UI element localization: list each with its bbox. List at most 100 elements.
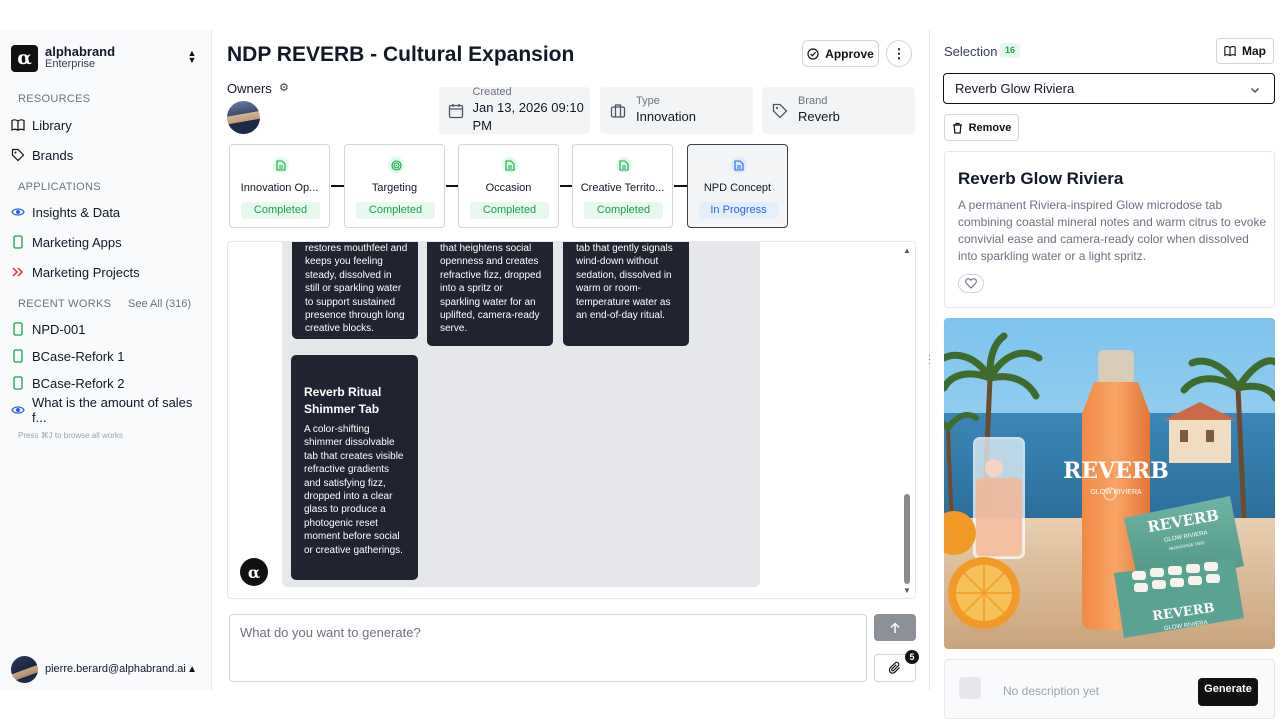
meta-type-label: Type bbox=[636, 95, 660, 107]
chevron-up-icon: ▲ bbox=[187, 663, 197, 675]
eye-icon bbox=[11, 403, 25, 417]
favorite-button[interactable] bbox=[958, 274, 984, 293]
step-name: Occasion bbox=[485, 182, 532, 194]
document-icon bbox=[731, 157, 747, 173]
briefcase-icon bbox=[608, 103, 628, 119]
step-occasion[interactable]: Occasion Completed bbox=[458, 144, 559, 228]
generate-description-card: No description yet Generate bbox=[944, 659, 1275, 719]
concept-detail-card: Reverb Glow Riviera A permanent Riviera-… bbox=[944, 151, 1275, 308]
sidebar-item-marketing-projects[interactable]: Marketing Projects bbox=[11, 260, 201, 284]
recent-item[interactable]: NPD-001 bbox=[11, 317, 201, 341]
heart-icon bbox=[965, 278, 977, 289]
sidebar-item-label: Library bbox=[32, 117, 72, 133]
step-connector bbox=[331, 185, 344, 187]
section-resources: RESOURCES bbox=[18, 93, 91, 105]
step-connector bbox=[674, 185, 687, 187]
map-button[interactable]: Map bbox=[1216, 38, 1274, 64]
concept-card[interactable]: restores mouthfeel and keeps you feeling… bbox=[292, 242, 418, 339]
meta-brand: Brand Reverb bbox=[762, 87, 915, 134]
target-icon bbox=[388, 157, 404, 173]
prompt-input[interactable] bbox=[230, 615, 866, 681]
concept-card-title: Reverb Ritual Shimmer Tab bbox=[304, 385, 382, 416]
bottle-brand-text: REVERB bbox=[1063, 458, 1169, 484]
workspace-plan: Enterprise bbox=[45, 58, 96, 70]
concept-detail-description: A permanent Riviera-inspired Glow microd… bbox=[958, 198, 1267, 263]
step-creative-territory[interactable]: Creative Territo... Completed bbox=[572, 144, 673, 228]
approve-button[interactable]: Approve bbox=[802, 40, 879, 67]
concept-card[interactable]: tab that gently signals wind-down withou… bbox=[563, 242, 689, 346]
document-icon bbox=[959, 677, 981, 699]
sidebar-item-library[interactable]: Library bbox=[11, 113, 201, 137]
recent-item-label: NPD-001 bbox=[32, 321, 86, 337]
paperclip-icon bbox=[888, 661, 900, 674]
user-menu[interactable]: pierre.berard@alphabrand.ai ▲ bbox=[11, 655, 201, 683]
map-label: Map bbox=[1242, 44, 1266, 58]
sidebar-item-label: Marketing Apps bbox=[32, 234, 122, 250]
trash-icon bbox=[952, 122, 963, 134]
recent-item-label: BCase-Refork 1 bbox=[32, 348, 125, 364]
check-circle-icon bbox=[807, 47, 819, 60]
avatar bbox=[11, 655, 38, 683]
step-name: Creative Territo... bbox=[580, 182, 665, 194]
step-status-badge: Completed bbox=[584, 202, 663, 219]
book-icon bbox=[11, 118, 25, 132]
document-icon bbox=[502, 157, 518, 173]
step-npd-concept[interactable]: NPD Concept In Progress bbox=[687, 144, 788, 228]
concept-card-description: tab that gently signals wind-down withou… bbox=[576, 243, 673, 322]
selection-label: Selection bbox=[944, 44, 998, 59]
phone-icon bbox=[11, 235, 25, 249]
step-targeting[interactable]: Targeting Completed bbox=[344, 144, 445, 228]
gear-icon[interactable]: ⚙ bbox=[279, 81, 289, 94]
remove-button[interactable]: Remove bbox=[944, 114, 1019, 141]
concept-card-description: that heightens social openness and creat… bbox=[440, 243, 542, 335]
meta-type: Type Innovation bbox=[600, 87, 753, 134]
resize-handle-icon[interactable]: :: bbox=[926, 353, 933, 369]
sidebar-item-marketing-apps[interactable]: Marketing Apps bbox=[11, 230, 201, 254]
workspace-switcher[interactable]: α alphabrand Enterprise ▲ ▼ bbox=[11, 43, 201, 73]
concept-card[interactable]: Reverb Ritual Shimmer Tab A color-shifti… bbox=[291, 355, 418, 580]
owner-avatar[interactable] bbox=[227, 101, 260, 134]
arrow-up-icon bbox=[890, 621, 900, 633]
phone-icon bbox=[11, 322, 25, 336]
see-all-link[interactable]: See All (316) bbox=[128, 298, 191, 310]
sidebar-item-brands[interactable]: Brands bbox=[11, 143, 201, 167]
scroll-up-arrow-icon[interactable]: ▲ bbox=[902, 246, 912, 256]
step-name: NPD Concept bbox=[703, 182, 772, 194]
step-innovation-opportunity[interactable]: Innovation Op... Completed bbox=[229, 144, 330, 228]
page-title: NDP REVERB - Cultural Expansion bbox=[227, 43, 575, 66]
selection-dropdown-value: Reverb Glow Riviera bbox=[955, 81, 1075, 96]
recent-item[interactable]: What is the amount of sales f... bbox=[11, 395, 201, 425]
selection-dropdown[interactable]: Reverb Glow Riviera bbox=[943, 73, 1275, 104]
step-name: Innovation Op... bbox=[240, 182, 319, 194]
sidebar-item-insights[interactable]: Insights & Data bbox=[11, 200, 201, 224]
chat-thread[interactable]: restores mouthfeel and keeps you feeling… bbox=[227, 241, 916, 599]
step-status-badge: In Progress bbox=[699, 202, 778, 219]
chat-scrollbar[interactable]: ▲ ▼ bbox=[902, 244, 912, 596]
section-recent-works: RECENT WORKS bbox=[18, 298, 112, 310]
more-options-button[interactable]: ⋮ bbox=[886, 40, 912, 67]
step-status-badge: Completed bbox=[470, 202, 549, 219]
tag-icon bbox=[11, 148, 25, 162]
step-status-badge: Completed bbox=[241, 202, 320, 219]
recent-item[interactable]: BCase-Refork 2 bbox=[11, 371, 201, 395]
send-button[interactable] bbox=[874, 614, 916, 641]
concept-card[interactable]: that heightens social openness and creat… bbox=[427, 242, 553, 346]
approve-label: Approve bbox=[825, 46, 874, 61]
meta-created: Created Jan 13, 2026 09:10 PM bbox=[439, 86, 590, 134]
scroll-down-arrow-icon[interactable]: ▼ bbox=[902, 586, 912, 596]
recent-item[interactable]: BCase-Refork 1 bbox=[11, 344, 201, 368]
product-image[interactable]: REVERB GLOW RIVIERA REVERB GLOW RIVIERA … bbox=[944, 318, 1275, 649]
book-icon bbox=[1224, 45, 1236, 57]
scroll-thumb[interactable] bbox=[904, 494, 910, 584]
generate-button[interactable]: Generate bbox=[1198, 678, 1258, 706]
document-icon bbox=[616, 157, 632, 173]
phone-icon bbox=[11, 376, 25, 390]
section-applications: APPLICATIONS bbox=[18, 181, 101, 193]
meta-created-label: Created bbox=[472, 86, 512, 98]
selection-count-badge: 16 bbox=[1000, 43, 1020, 58]
step-status-badge: Completed bbox=[356, 202, 435, 219]
user-email: pierre.berard@alphabrand.ai bbox=[45, 663, 186, 675]
alphabrand-logo: α bbox=[11, 44, 38, 72]
meta-brand-label: Brand bbox=[798, 95, 828, 107]
sidebar-item-label: Marketing Projects bbox=[32, 264, 140, 280]
